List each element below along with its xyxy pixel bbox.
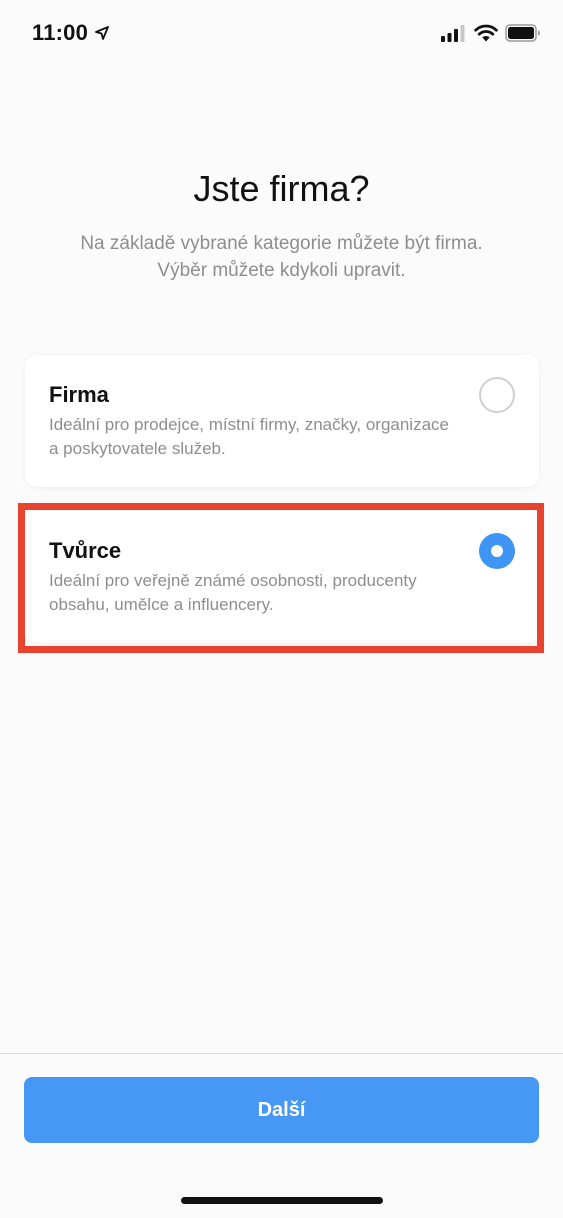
page-subtitle: Na základě vybrané kategorie můžete být … <box>80 233 483 281</box>
divider <box>0 1053 563 1054</box>
option-title: Firma <box>49 382 109 407</box>
option-description: Ideální pro veřejně známé osobnosti, pro… <box>49 571 417 614</box>
location-arrow-icon <box>95 26 109 40</box>
radio-button-firma[interactable] <box>479 377 515 413</box>
radio-button-tvurce[interactable] <box>479 533 515 569</box>
page-title: Jste firma? <box>193 168 370 209</box>
wifi-icon <box>474 24 498 42</box>
status-time: 11:00 <box>32 20 89 45</box>
status-bar: 11:00 <box>0 0 563 70</box>
next-button[interactable]: Další <box>24 1077 539 1143</box>
home-indicator <box>181 1197 383 1204</box>
option-card-firma[interactable]: Firma Ideální pro prodejce, místní firmy… <box>25 355 539 487</box>
option-description: Ideální pro prodejce, místní firmy, znač… <box>49 415 449 458</box>
cellular-signal-icon <box>441 25 465 42</box>
battery-icon <box>505 24 540 42</box>
option-title: Tvůrce <box>49 538 122 563</box>
option-card-tvurce[interactable]: Tvůrce Ideální pro veřejně známé osobnos… <box>25 511 539 643</box>
